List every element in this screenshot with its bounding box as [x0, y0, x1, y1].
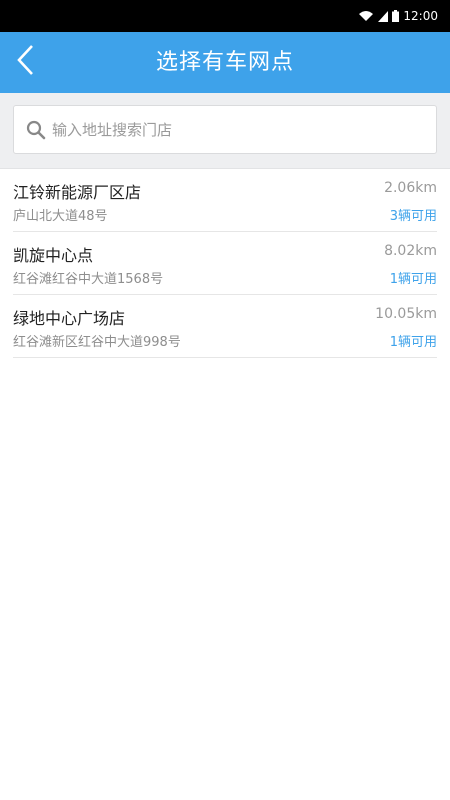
status-time: 12:00 — [403, 9, 438, 23]
store-available-count: 1辆可用 — [389, 335, 437, 350]
search-box[interactable] — [13, 105, 437, 154]
store-distance: 2.06km — [384, 180, 437, 196]
chevron-left-icon — [16, 44, 36, 80]
store-name: 凯旋中心点 — [13, 246, 94, 265]
store-address: 红谷滩红谷中大道1568号 — [13, 272, 164, 287]
search-icon — [26, 120, 46, 140]
store-name: 江铃新能源厂区店 — [13, 183, 142, 202]
search-input[interactable] — [52, 106, 422, 153]
status-bar: 12:00 — [0, 0, 450, 32]
store-item-lvdi[interactable]: 绿地中心广场店 10.05km 红谷滩新区红谷中大道998号 1辆可用 — [13, 295, 437, 358]
store-item-jiangling[interactable]: 江铃新能源厂区店 2.06km 庐山北大道48号 3辆可用 — [13, 169, 437, 232]
store-available-count: 3辆可用 — [389, 209, 437, 224]
search-area — [0, 93, 450, 169]
store-address: 红谷滩新区红谷中大道998号 — [13, 335, 181, 350]
status-icons: 12:00 — [358, 0, 438, 32]
store-address: 庐山北大道48号 — [13, 209, 108, 224]
store-distance: 8.02km — [384, 243, 437, 259]
store-item-kaixuan[interactable]: 凯旋中心点 8.02km 红谷滩红谷中大道1568号 1辆可用 — [13, 232, 437, 295]
back-button[interactable] — [6, 42, 46, 82]
page-title: 选择有车网点 — [155, 50, 294, 75]
store-available-count: 1辆可用 — [389, 272, 437, 287]
battery-icon — [392, 10, 400, 22]
signal-icon — [378, 10, 389, 22]
store-list: 江铃新能源厂区店 2.06km 庐山北大道48号 3辆可用 凯旋中心点 8.02… — [0, 169, 450, 358]
title-bar: 选择有车网点 — [0, 32, 450, 93]
wifi-icon — [358, 10, 374, 22]
store-distance: 10.05km — [375, 306, 437, 322]
store-name: 绿地中心广场店 — [13, 309, 126, 328]
